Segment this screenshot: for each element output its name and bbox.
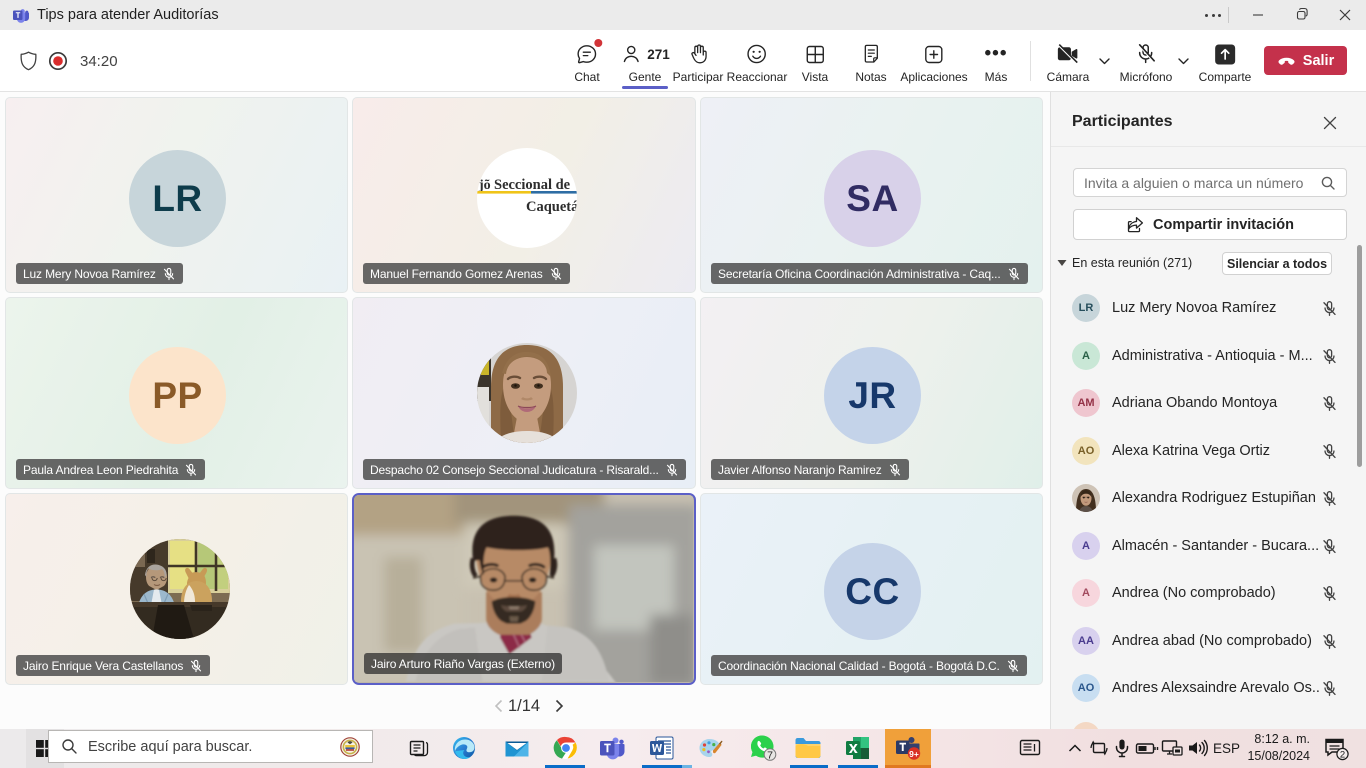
svg-text:Caquetá: Caquetá: [526, 199, 577, 215]
svg-text:9+: 9+: [909, 749, 919, 759]
svg-text:2: 2: [1340, 749, 1345, 760]
svg-text:Seccional de: Seccional de: [494, 177, 571, 193]
svg-text:7: 7: [767, 749, 773, 761]
svg-text:jõ: jõ: [478, 178, 491, 193]
